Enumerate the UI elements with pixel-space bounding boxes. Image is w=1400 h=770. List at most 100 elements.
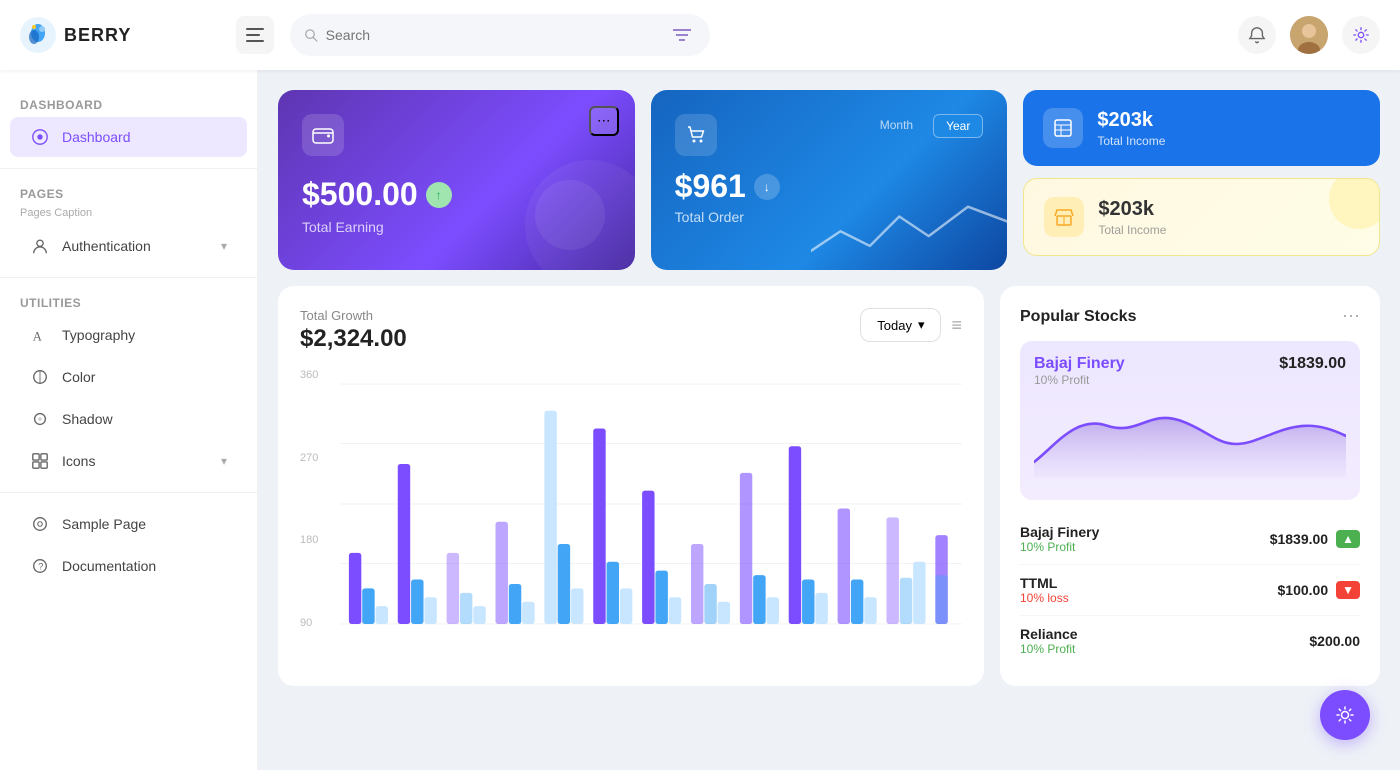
sidebar-item-documentation[interactable]: ? Documentation [10,546,247,586]
topbar-settings-button[interactable] [1342,16,1380,54]
sidebar-item-label: Shadow [62,411,113,427]
order-card-icon [675,114,717,156]
mini-card-label-blue: Total Income [1097,134,1165,148]
table-icon [1053,118,1073,138]
mini-card-label-yellow: Total Income [1098,223,1166,237]
sidebar-divider-2 [0,277,257,278]
stock-price-ttml: $100.00 [1278,582,1329,598]
today-button[interactable]: Today ▾ [860,308,941,342]
search-input[interactable] [326,27,661,43]
y-label-270: 270 [300,452,318,464]
featured-stock-price: $1839.00 [1279,355,1346,373]
chart-controls: Today ▾ ≡ [860,308,962,342]
stock-loss-ttml: 10% loss [1020,591,1069,605]
mini-card-info-blue: $203k Total Income [1097,109,1165,148]
right-cards: $203k Total Income $203k [1023,90,1380,270]
tab-month[interactable]: Month [868,114,925,138]
chart-body: 360 270 180 90 [300,369,962,644]
color-icon [30,367,50,387]
dashboard-icon [30,127,50,147]
featured-stock-chart-svg [1034,391,1346,481]
sidebar-item-label: Dashboard [62,129,131,145]
trend-down-icon: ↓ [754,174,780,200]
topbar: BERRY [0,0,1400,70]
bar-chart-svg [340,369,962,639]
stock-price-bajaj: $1839.00 [1270,531,1328,547]
earning-card: ⋯ $500.00 ↑ Total Earning [278,90,635,270]
sidebar-item-label: Documentation [62,558,156,574]
avatar[interactable] [1290,16,1328,54]
order-card: Month Year $961 ↓ Total Order [651,90,1008,270]
svg-text:?: ? [38,562,43,572]
sidebar-item-authentication[interactable]: Authentication ▾ [10,226,247,266]
stock-right-bajaj: $1839.00 ▲ [1270,530,1360,548]
stock-featured-chart: Bajaj Finery 10% Profit $1839.00 [1020,341,1360,500]
bottom-row: Total Growth $2,324.00 Today ▾ ≡ 360 [278,286,1380,686]
order-card-top: Month Year [675,114,984,156]
tab-year[interactable]: Year [933,114,983,138]
notification-button[interactable] [1238,16,1276,54]
chevron-down-icon-3: ▾ [918,317,925,333]
search-filter-button[interactable] [669,19,696,51]
stock-chart-header: Bajaj Finery 10% Profit $1839.00 [1034,355,1346,387]
deco-circle [1329,178,1380,229]
dashboard-section-label: Dashboard [0,90,257,116]
logo-area: BERRY [20,17,220,53]
sidebar-item-color[interactable]: Color [10,357,247,397]
dots-icon: ⋯ [597,113,610,129]
mini-card-income-blue: $203k Total Income [1023,90,1380,166]
svg-text:A: A [33,329,42,343]
logo-icon [20,17,56,53]
stock-name-ttml: TTML [1020,575,1069,591]
gear-icon [1352,26,1370,44]
stock-name-reliance: Reliance [1020,626,1078,642]
bg-shape-2 [535,180,605,250]
filter-icon [673,28,691,42]
sidebar-item-dashboard[interactable]: Dashboard [10,117,247,157]
stock-right-reliance: $200.00 [1309,633,1360,649]
fab-settings-button[interactable] [1320,690,1370,740]
stock-info-bajaj: Bajaj Finery 10% Profit [1020,524,1099,554]
badge-up-bajaj: ▲ [1336,530,1360,548]
stocks-menu-icon[interactable]: ⋯ [1342,306,1360,327]
pages-caption: Pages Caption [0,205,257,225]
hamburger-button[interactable] [236,16,274,54]
stocks-card: Popular Stocks ⋯ Bajaj Finery 10% Profit… [1000,286,1380,686]
badge-down-ttml: ▼ [1336,581,1360,599]
stock-row-bajaj: Bajaj Finery 10% Profit $1839.00 ▲ [1020,514,1360,565]
sidebar-item-typography[interactable]: A Typography [10,315,247,355]
app-name: BERRY [64,25,131,46]
sidebar-item-sample-page[interactable]: Sample Page [10,504,247,544]
earning-card-menu-button[interactable]: ⋯ [589,106,619,136]
cards-row: ⋯ $500.00 ↑ Total Earning [278,90,1380,270]
sidebar-item-label: Authentication [62,238,151,254]
sample-page-icon [30,514,50,534]
wallet-icon [312,124,334,146]
trend-up-icon: ↑ [426,182,452,208]
content-area: ⋯ $500.00 ↑ Total Earning [258,70,1400,770]
sidebar-item-icons[interactable]: Icons ▾ [10,441,247,481]
mini-card-amount-yellow: $203k [1098,198,1166,221]
sidebar-divider-3 [0,492,257,493]
stock-profit-bajaj: 10% Profit [1020,540,1099,554]
sidebar-item-label: Typography [62,327,135,343]
chevron-down-icon: ▾ [221,239,227,253]
y-label-360: 360 [300,369,318,381]
stock-right-ttml: $100.00 ▼ [1278,581,1361,599]
chart-header: Total Growth $2,324.00 Today ▾ ≡ [300,308,962,353]
pages-section-label: Pages [0,179,257,205]
mini-card-income-yellow: $203k Total Income [1023,178,1380,256]
stock-profit-reliance: 10% Profit [1020,642,1078,656]
auth-icon [30,236,50,256]
chart-title-group: Total Growth $2,324.00 [300,308,407,353]
sidebar-item-label: Sample Page [62,516,146,532]
featured-stock-name: Bajaj Finery [1034,355,1125,373]
main-layout: Dashboard Dashboard Pages Pages Caption … [0,70,1400,770]
stocks-header: Popular Stocks ⋯ [1020,306,1360,327]
stock-price-reliance: $200.00 [1309,633,1360,649]
sidebar-item-shadow[interactable]: Shadow [10,399,247,439]
chart-menu-icon[interactable]: ≡ [951,315,962,336]
wave-chart [811,192,1007,270]
chart-amount: $2,324.00 [300,325,407,353]
sidebar-item-label: Color [62,369,95,385]
